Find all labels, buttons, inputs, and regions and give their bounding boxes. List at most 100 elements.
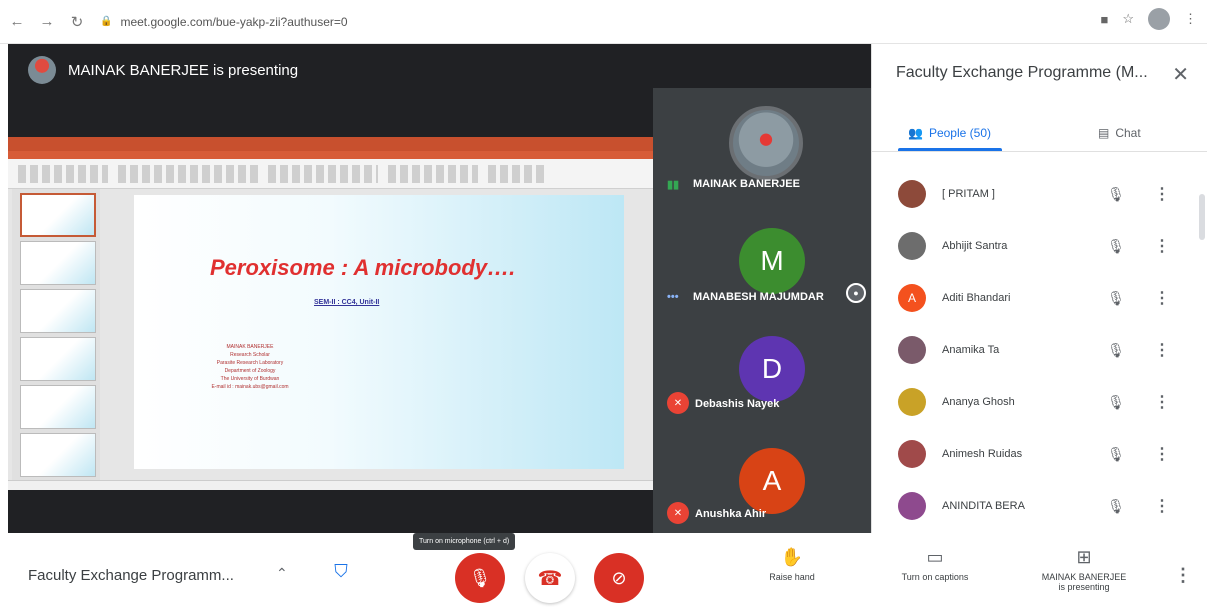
chat-icon: ▤: [1098, 126, 1110, 140]
hand-icon: ✋: [780, 547, 804, 567]
profile-avatar[interactable]: [1148, 8, 1170, 30]
more-options-icon[interactable]: ⋮: [1154, 496, 1170, 516]
ppt-statusbar: [8, 480, 653, 490]
participant-name: [ PRITAM ]: [942, 188, 995, 200]
more-options-icon[interactable]: ⋮: [1154, 392, 1170, 412]
slide-thumbnail: [20, 289, 96, 333]
browser-menu-icon[interactable]: ⋮: [1184, 11, 1197, 27]
more-options-icon[interactable]: ⋮: [1154, 340, 1170, 360]
ppt-ribbon: [8, 159, 653, 189]
slide-author-block: MAINAK BANERJEE Research Scholar Parasit…: [190, 343, 310, 391]
participant-list-item[interactable]: [ PRITAM ] 🎙 ⋮: [872, 168, 1207, 220]
slide-subtitle: SEM-II : CC4, Unit-II: [314, 299, 380, 306]
author-line: The University of Burdwan: [220, 376, 280, 382]
participant-list-item[interactable]: A Aditi Bhandari 🎙 ⋮: [872, 272, 1207, 324]
author-line: MAINAK BANERJEE: [226, 344, 274, 350]
mic-off-icon: ✕: [667, 392, 689, 414]
participant-tile-name: MANABESH MAJUMDAR: [693, 291, 824, 303]
participant-tiles: ▮▮ MAINAK BANERJEE M ••• MANABESH MAJUMD…: [653, 88, 871, 533]
slide-thumbnail: [20, 241, 96, 285]
url-text: meet.google.com/bue-yakp-zii?authuser=0: [120, 14, 348, 29]
participant-list-item[interactable]: Ananya Ghosh 🎙 ⋮: [872, 376, 1207, 428]
shield-icon[interactable]: ⛉: [330, 561, 352, 585]
mic-off-icon: 🎙: [1107, 393, 1125, 410]
shared-screen-powerpoint: Peroxisome : A microbody…. SEM-II : CC4,…: [8, 137, 653, 490]
slide-thumbnail: [20, 193, 96, 237]
meeting-name[interactable]: Faculty Exchange Programm...: [28, 567, 234, 584]
microphone-toggle-button[interactable]: 🎙: [455, 553, 505, 603]
pin-icon[interactable]: ●: [846, 283, 866, 303]
camera-toggle-button[interactable]: ⊘: [594, 553, 644, 603]
participant-name: Ananya Ghosh: [942, 396, 1015, 408]
participant-name: Abhijit Santra: [942, 240, 1008, 252]
camera-off-icon: ⊘: [611, 567, 627, 588]
participant-tile-avatar: D: [739, 336, 805, 402]
slide-title: Peroxisome : A microbody….: [210, 255, 516, 280]
mic-off-icon: ✕: [667, 502, 689, 524]
raise-hand-button[interactable]: ✋ Raise hand: [732, 547, 852, 582]
ppt-ribbon-tabs: [8, 151, 653, 159]
tab-people[interactable]: 👥 People (50): [908, 116, 991, 150]
address-bar[interactable]: 🔒 meet.google.com/bue-yakp-zii?authuser=…: [100, 8, 1080, 36]
more-options-icon[interactable]: ⋮: [1154, 184, 1170, 204]
participant-tile-name: Debashis Nayek: [695, 398, 780, 410]
mic-off-icon: 🎙: [1107, 497, 1125, 514]
slide-thumbnail: [20, 337, 96, 381]
tab-chat[interactable]: ▤ Chat: [1098, 116, 1141, 150]
slide-thumbnail: [20, 385, 96, 429]
mic-off-icon: 🎙: [1107, 341, 1125, 358]
captions-label: Turn on captions: [901, 572, 969, 582]
presenting-label-2: is presenting: [1058, 582, 1110, 592]
more-dots-icon: •••: [667, 291, 679, 303]
tab-chat-label: Chat: [1115, 126, 1141, 140]
divider: [872, 151, 1207, 152]
panel-title: Faculty Exchange Programme (M...: [896, 64, 1148, 81]
speaking-indicator-icon: ▮▮: [667, 179, 680, 191]
more-options-icon[interactable]: ⋮: [1154, 236, 1170, 256]
participant-name: Anamika Ta: [942, 344, 1000, 356]
ppt-titlebar: [8, 137, 653, 151]
presenting-button[interactable]: ⊞ MAINAK BANERJEE is presenting: [1024, 547, 1144, 592]
participant-list-item[interactable]: Anamika Ta 🎙 ⋮: [872, 324, 1207, 376]
presentation-stage: MAINAK BANERJEE is presenting Peroxisome…: [8, 44, 871, 533]
captions-button[interactable]: ▭ Turn on captions: [875, 547, 995, 582]
author-line: Parasite Research Laboratory: [216, 360, 284, 366]
bookmark-star-icon[interactable]: ☆: [1122, 11, 1134, 27]
people-icon: 👥: [908, 126, 923, 140]
camera-blocked-icon[interactable]: ■: [1100, 12, 1108, 27]
captions-icon: ▭: [926, 547, 944, 567]
browser-actions: ■ ☆ ⋮: [1100, 8, 1197, 30]
avatar: [898, 492, 926, 520]
presenter-banner-text: MAINAK BANERJEE is presenting: [68, 61, 299, 79]
chevron-up-icon[interactable]: ⌃: [276, 565, 288, 582]
more-options-icon[interactable]: ⋮: [1154, 444, 1170, 464]
mic-off-icon: 🎙: [1107, 445, 1125, 462]
forward-arrow-icon[interactable]: →: [34, 9, 60, 35]
current-slide: Peroxisome : A microbody…. SEM-II : CC4,…: [134, 195, 624, 469]
more-options-icon[interactable]: ⋮: [1174, 565, 1192, 586]
participant-list-item[interactable]: Animesh Ruidas 🎙 ⋮: [872, 428, 1207, 480]
slide-thumbnails: [12, 189, 100, 480]
close-icon[interactable]: ✕: [1172, 62, 1189, 87]
author-line: Research Scholar: [230, 352, 270, 358]
back-arrow-icon[interactable]: ←: [4, 9, 30, 35]
presenter-avatar: [28, 56, 56, 84]
mic-off-icon: 🎙: [1107, 185, 1125, 202]
raise-hand-label: Raise hand: [769, 572, 815, 582]
avatar: [898, 180, 926, 208]
participant-list-item[interactable]: Abhijit Santra 🎙 ⋮: [872, 220, 1207, 272]
participant-name: ANINDITA BERA: [942, 500, 1025, 512]
avatar: A: [898, 284, 926, 312]
participant-tile-avatar: M: [739, 228, 805, 294]
leave-call-button[interactable]: ☎: [525, 553, 575, 603]
slide-thumbnail: [20, 433, 96, 477]
mic-tooltip: Turn on microphone (ctrl + d): [413, 533, 516, 550]
present-screen-icon: ⊞: [1076, 547, 1092, 567]
reload-icon[interactable]: ↻: [64, 9, 90, 35]
more-options-icon[interactable]: ⋮: [1154, 288, 1170, 308]
participant-list-item[interactable]: ANINDITA BERA 🎙 ⋮: [872, 480, 1207, 532]
avatar: [898, 440, 926, 468]
mic-off-icon: 🎙: [1107, 289, 1125, 306]
browser-toolbar: ← → ↻ 🔒 meet.google.com/bue-yakp-zii?aut…: [0, 0, 1207, 44]
panel-scrollbar[interactable]: [1199, 194, 1205, 240]
